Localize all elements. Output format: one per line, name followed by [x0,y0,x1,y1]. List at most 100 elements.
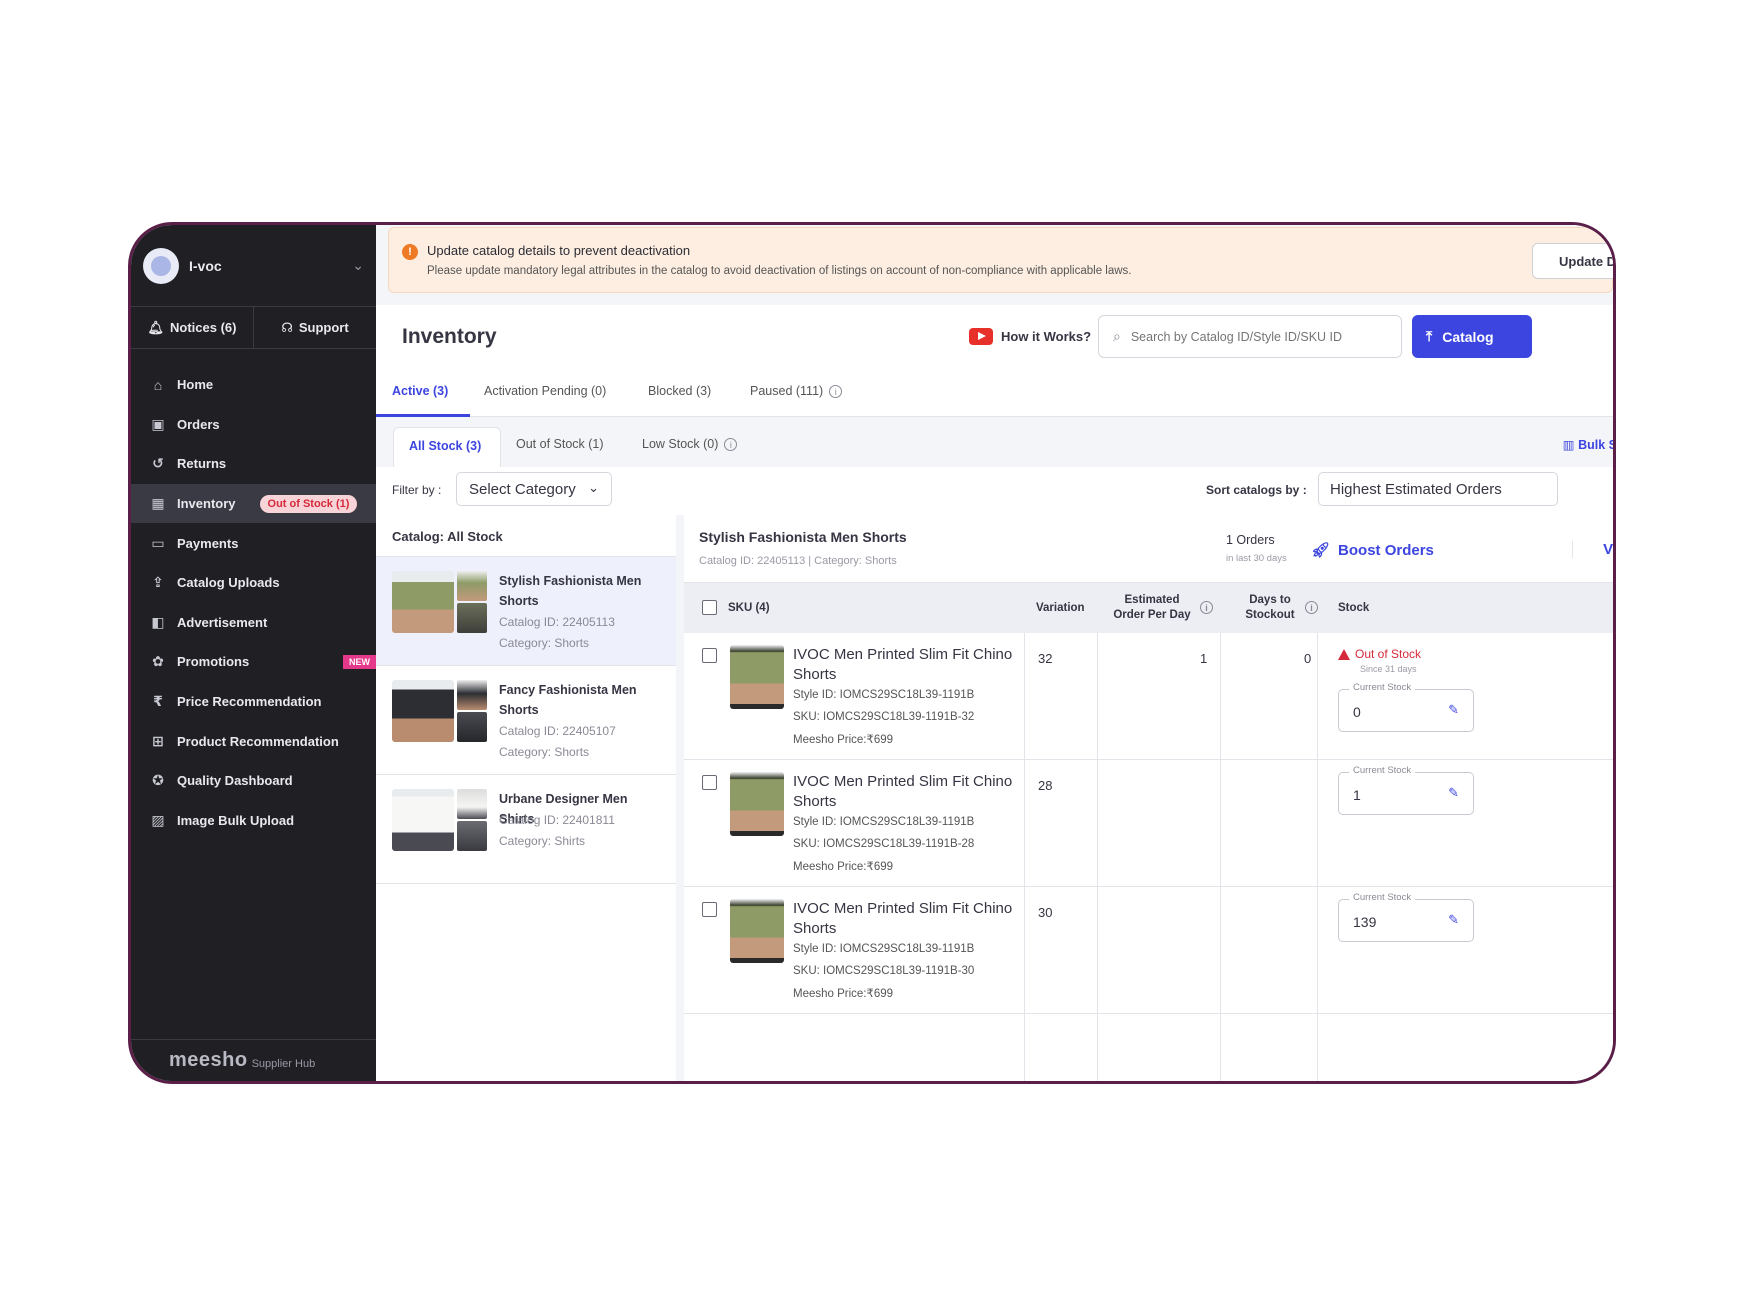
org-name: I-voc [189,257,222,274]
category-select-value: Select Category [469,481,576,498]
sidebar-item-home[interactable]: ⌂ Home [131,365,376,405]
table-row: IVOC Men Printed Slim Fit Chino Shorts S… [684,760,1613,887]
tab-blocked[interactable]: Blocked (3) [648,384,711,398]
orders-period: in last 30 days [1226,553,1287,564]
catalog-id: Catalog ID: 22405107 [499,724,616,738]
sidebar-item-label: Image Bulk Upload [177,812,295,828]
upload-icon: ⤒ [1426,328,1433,344]
update-details-button[interactable]: Update De [1532,243,1613,279]
sidebar-item-label: Product Recommendation [177,733,339,749]
sidebar-item-catalog-uploads[interactable]: ⇪ Catalog Uploads [131,563,376,603]
row-checkbox[interactable] [702,775,717,790]
bulk-stock-update-link[interactable]: ▥ Bulk S [1563,437,1616,452]
out-of-stock-status: Out of Stock [1338,647,1421,661]
table-header: SKU (4) Variation Estimated Order Per Da… [684,583,1613,633]
banner-text: Please update mandatory legal attributes… [427,265,1132,277]
sort-label: Sort catalogs by : [1206,483,1307,497]
tab-low-stock[interactable]: Low Stock (0) i [642,437,738,452]
promotions-icon: ✿ [152,653,164,670]
sidebar-item-label: Promotions [177,654,250,670]
view-link[interactable]: Vi [1572,541,1613,558]
orders-count: 1 Orders [1226,533,1275,547]
search-input[interactable] [1130,329,1371,344]
payments-icon: ▭ [151,534,165,551]
variation-value: 30 [1038,905,1053,920]
out-of-stock-badge: Out of Stock (1) [259,494,358,513]
catalog-category: Category: Shorts [499,636,590,650]
current-stock-label: Current Stock [1349,682,1416,693]
tab-out-of-stock[interactable]: Out of Stock (1) [516,437,604,451]
catalog-item[interactable]: Urbane Designer Men Shirts Catalog ID: 2… [376,775,676,884]
bulk-label: Bulk S [1578,438,1616,452]
home-icon: ⌂ [153,376,163,393]
current-stock-field[interactable]: Current Stock 139 ✎ [1338,892,1474,942]
catalog-name: Fancy Fashionista Men Shorts [499,683,637,717]
brand-subtitle: Supplier Hub [251,1057,316,1070]
sku-id: SKU: IOMCS29SC18L39-1191B-28 [793,838,975,850]
tab-activation-pending[interactable]: Activation Pending (0) [484,384,606,398]
sidebar-item-quality-dashboard[interactable]: ✪ Quality Dashboard [131,761,376,801]
variation-value: 32 [1038,651,1053,666]
info-icon[interactable]: i [1305,601,1318,614]
sidebar-item-image-bulk-upload[interactable]: ▨ Image Bulk Upload [131,801,376,841]
sidebar-item-returns[interactable]: ↺ Returns [131,444,376,484]
alert-icon: ! [402,244,418,260]
sku-id: SKU: IOMCS29SC18L39-1191B-30 [793,965,975,977]
chevron-down-icon: ⌄ [588,480,599,495]
banner-title: Update catalog details to prevent deacti… [427,243,691,258]
boost-orders-button[interactable]: 🚀︎ Boost Orders [1311,541,1434,560]
row-checkbox[interactable] [702,648,717,663]
image-icon: ▨ [151,811,165,828]
select-all-checkbox[interactable] [702,600,717,615]
sidebar-item-promotions[interactable]: ✿ Promotions NEW [131,642,376,682]
info-icon[interactable]: i [724,438,738,452]
add-catalog-button[interactable]: ⤒ Catalog [1412,315,1532,358]
row-checkbox[interactable] [702,902,717,917]
tab-paused[interactable]: Paused (111) i [750,384,843,399]
meesho-price: Meesho Price:₹699 [793,734,894,746]
sort-select[interactable]: Highest Estimated Orders [1318,472,1558,506]
catalog-list-header: Catalog: All Stock [376,515,676,557]
info-icon[interactable]: i [829,385,843,399]
variation-value: 28 [1038,778,1053,793]
inventory-icon: ▦ [151,495,165,512]
product-image [730,899,784,963]
sidebar-item-advertisement[interactable]: ◧ Advertisement [131,603,376,643]
catalog-item[interactable]: Fancy Fashionista Men Shorts Catalog ID:… [376,666,676,775]
how-it-works-link[interactable]: How it Works? [969,328,1091,345]
catalog-button-label: Catalog [1442,328,1494,345]
sidebar-item-price-recommendation[interactable]: ₹ Price Recommendation [131,682,376,722]
sidebar-item-orders[interactable]: ▣ Orders [131,405,376,445]
quality-icon: ✪ [152,772,164,789]
info-icon[interactable]: i [1200,601,1213,614]
orders-icon: ▣ [151,415,165,432]
sidebar-item-payments[interactable]: ▭ Payments [131,523,376,563]
deactivation-banner: ! Update catalog details to prevent deac… [388,227,1613,293]
sidebar: I-voc ⌄ 🔔︎ Notices (6) ☊ Support ⌂ Home … [131,225,376,1081]
tab-all-stock[interactable]: All Stock (3) [393,427,501,467]
upload-icon: ⇪ [152,574,164,591]
category-select[interactable]: Select Category ⌄ [456,472,612,506]
out-of-stock-label: Out of Stock [1355,647,1422,661]
catalog-item[interactable]: Stylish Fashionista Men Shorts Catalog I… [376,557,676,666]
sidebar-item-label: Quality Dashboard [177,773,293,789]
account-switcher[interactable]: I-voc ⌄ [131,225,376,307]
tab-active[interactable]: Active (3) [392,384,448,398]
table-row: IVOC Men Printed Slim Fit Chino Shorts S… [684,887,1613,1014]
column-stock: Stock [1338,602,1370,614]
pencil-icon[interactable]: ✎ [1448,785,1459,801]
sidebar-item-label: Orders [177,416,220,432]
support-button[interactable]: ☊ Support [254,307,376,348]
pencil-icon[interactable]: ✎ [1448,702,1459,718]
status-tabs: Active (3) Activation Pending (0) Blocke… [376,368,1613,417]
pencil-icon[interactable]: ✎ [1448,912,1459,928]
current-stock-value: 0 [1353,704,1361,720]
product-name: IVOC Men Printed Slim Fit Chino Shorts [793,646,1013,683]
column-variation: Variation [1036,602,1085,614]
current-stock-field[interactable]: Current Stock 0 ✎ [1338,682,1474,732]
notices-button[interactable]: 🔔︎ Notices (6) [131,307,254,348]
current-stock-field[interactable]: Current Stock 1 ✎ [1338,765,1474,815]
sidebar-item-inventory[interactable]: ▦ Inventory Out of Stock (1) [131,483,376,524]
sidebar-item-product-recommendation[interactable]: ⊞ Product Recommendation [131,721,376,761]
column-estimated-orders: Estimated Order Per Day [1113,594,1191,621]
